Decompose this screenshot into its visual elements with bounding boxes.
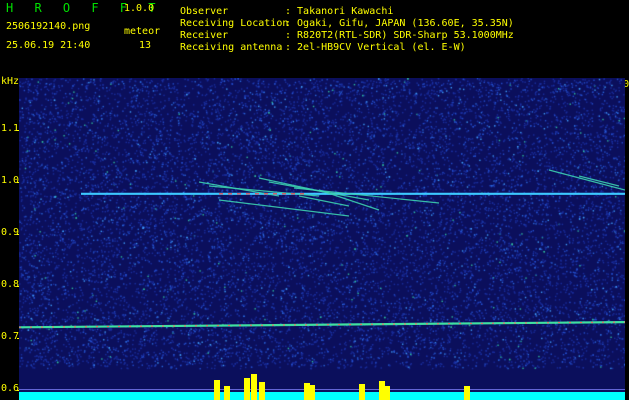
meteor-trace [578, 175, 620, 187]
location-label: Receiving Location [180, 18, 289, 29]
header-panel: H R O F F T 1.0.0 2506192140.png meteor … [0, 0, 629, 76]
signal-level-peak [384, 386, 390, 400]
y-tick-label: 1.0 [1, 174, 20, 186]
y-tick-label: 0.7 [1, 330, 20, 342]
spectrogram [19, 78, 625, 400]
y-axis-unit: kHz [1, 76, 20, 87]
file-name: 2506192140.png [6, 21, 91, 32]
y-tick-label: 1.1 [1, 122, 20, 134]
antenna-label: Receiving antenna [180, 42, 283, 53]
observer-label: Observer [180, 6, 229, 17]
signal-level-peak [309, 385, 315, 400]
signal-level-peak [464, 386, 470, 400]
antenna-value: : 2el-HB9CV Vertical (el. E-W) [285, 42, 466, 53]
carrier-line-lower [19, 320, 625, 329]
signal-level-peak [259, 382, 265, 400]
meteor-label: meteor [124, 26, 161, 37]
spectrogram-signals [19, 169, 625, 400]
y-tick-label: 0.8 [1, 278, 20, 290]
app-version: 1.0.0 [124, 3, 155, 14]
meteor-count: 13 [139, 40, 152, 51]
meteor-trace [548, 169, 625, 191]
signal-level-bar [19, 392, 625, 400]
signal-level-peak [251, 374, 257, 400]
observer-value: : Takanori Kawachi [285, 6, 394, 17]
signal-level-peak [244, 378, 250, 400]
location-value: : Ogaki, Gifu, JAPAN (136.60E, 35.35N) [285, 18, 514, 29]
date-time: 25.06.19 21:40 [6, 40, 91, 51]
receiver-label: Receiver [180, 30, 229, 41]
y-tick-label: 0.6 [1, 382, 20, 394]
signal-level-peak [214, 380, 220, 400]
signal-level-peak [359, 384, 365, 400]
receiver-value: : R820T2(RTL-SDR) SDR-Sharp 53.1000MHz [285, 30, 514, 41]
y-tick-label: 0.9 [1, 226, 20, 238]
signal-level-peak [224, 386, 230, 400]
